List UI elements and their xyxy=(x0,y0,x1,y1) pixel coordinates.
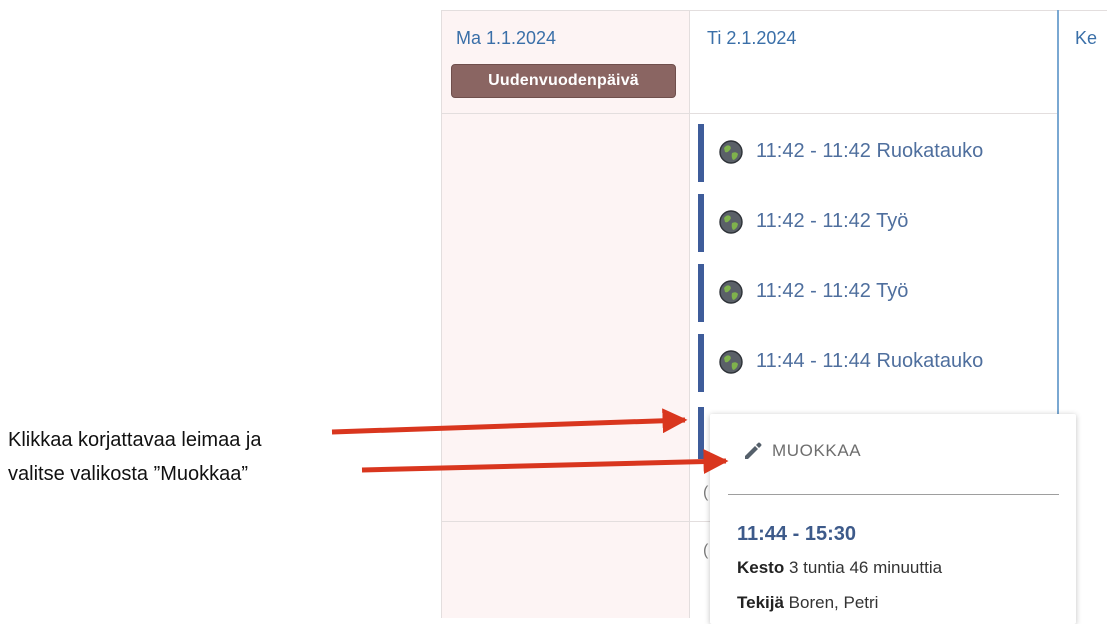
arrow-to-edit xyxy=(361,449,729,475)
arrow-to-event xyxy=(331,408,688,435)
annotation-arrows xyxy=(331,408,729,475)
